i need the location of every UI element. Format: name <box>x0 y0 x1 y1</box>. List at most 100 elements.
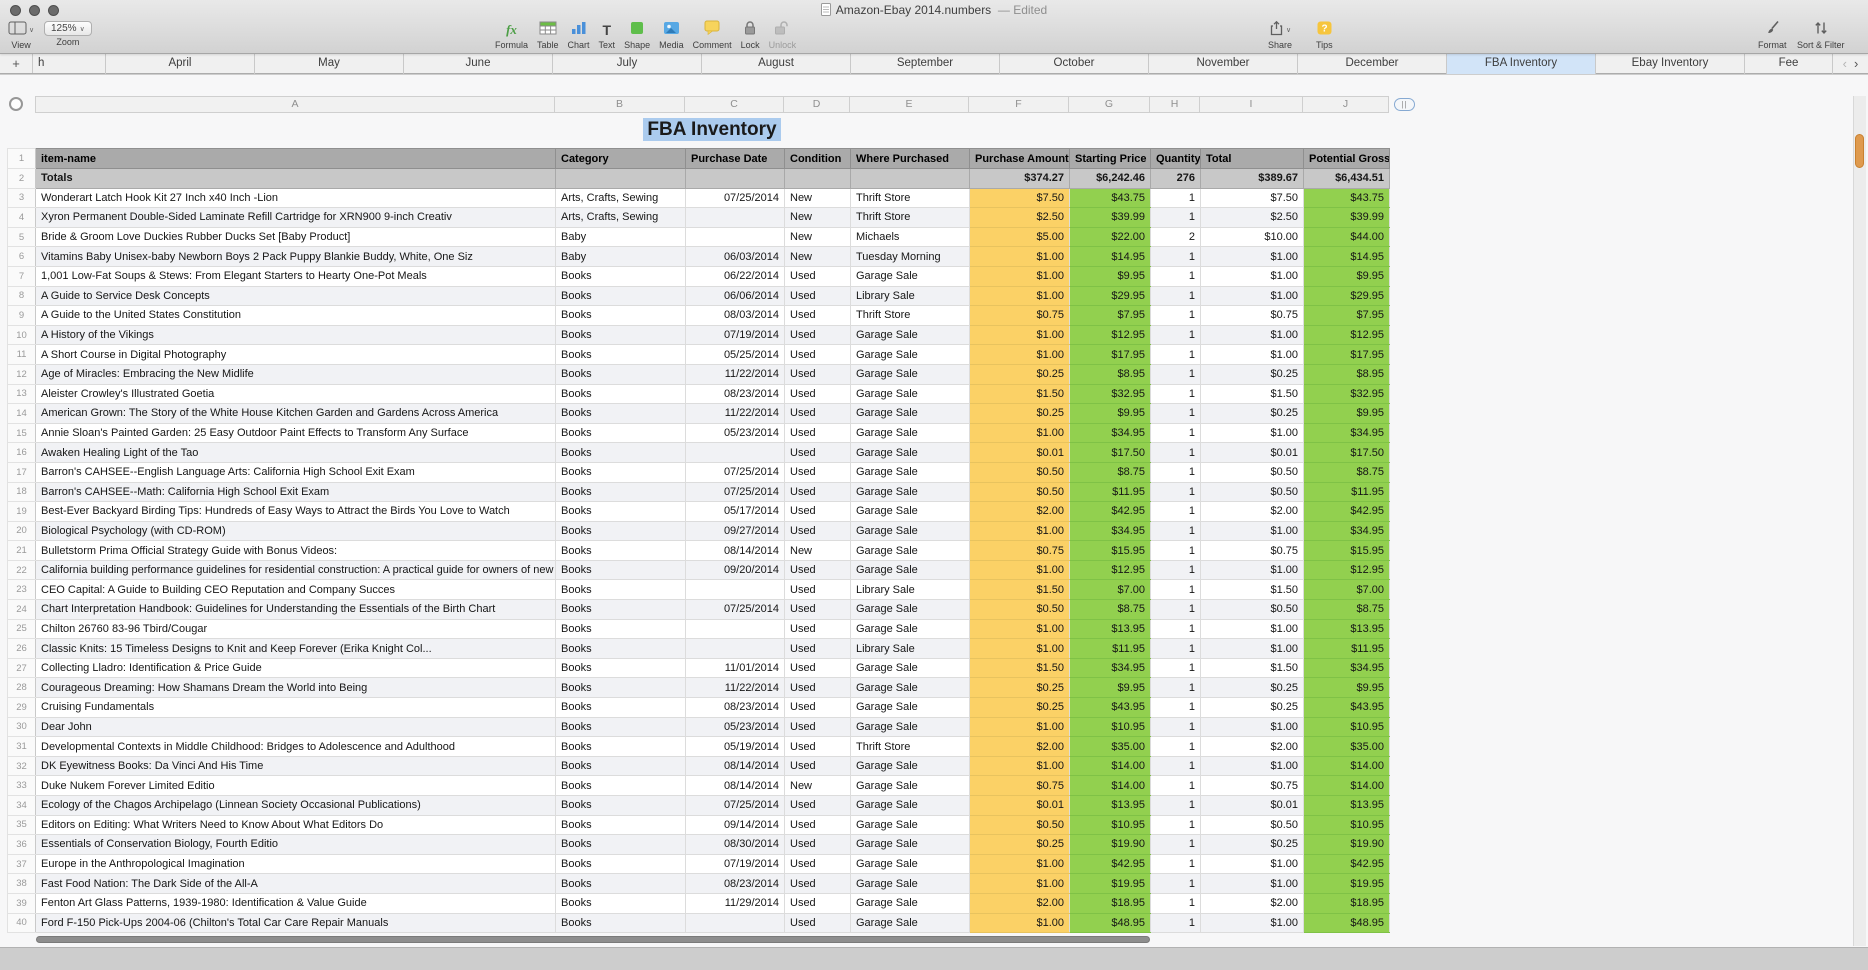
cell-where[interactable]: Garage Sale <box>850 657 970 679</box>
cell-date[interactable]: Purchase Date <box>685 148 785 169</box>
row-number[interactable]: 30 <box>7 716 36 738</box>
cell-cat[interactable]: Books <box>555 892 686 914</box>
cell-cond[interactable]: Used <box>784 422 851 444</box>
cell-qty[interactable]: 1 <box>1150 324 1201 346</box>
row-number[interactable]: 39 <box>7 892 36 914</box>
cell-name[interactable]: Europe in the Anthropological Imaginatio… <box>35 853 556 875</box>
row-number[interactable]: 6 <box>7 246 36 267</box>
row-number[interactable]: 21 <box>7 540 36 561</box>
row-number[interactable]: 23 <box>7 579 36 601</box>
cell-start[interactable]: $8.95 <box>1069 363 1151 385</box>
cell-amt[interactable]: $2.00 <box>969 892 1070 914</box>
cell-where[interactable]: Garage Sale <box>850 599 970 620</box>
cell-gross[interactable]: $43.95 <box>1303 697 1390 718</box>
cell-total[interactable]: $0.25 <box>1200 403 1304 424</box>
cell-cond[interactable]: Used <box>784 873 851 894</box>
cell-total[interactable]: $1.00 <box>1200 422 1304 444</box>
column-letter-a[interactable]: A <box>35 96 555 113</box>
column-letter-i[interactable]: I <box>1200 96 1303 113</box>
cell-date[interactable]: 09/14/2014 <box>685 814 785 836</box>
cell-start[interactable]: $11.95 <box>1069 481 1151 503</box>
cell-total[interactable]: $1.50 <box>1200 657 1304 679</box>
column-letter-g[interactable]: G <box>1069 96 1150 113</box>
cell-where[interactable]: Garage Sale <box>850 697 970 718</box>
sheet-tab-november[interactable]: November <box>1149 54 1298 74</box>
cell-amt[interactable]: $0.50 <box>969 814 1070 836</box>
cell-qty[interactable]: 1 <box>1150 775 1201 796</box>
row-number[interactable]: 12 <box>7 363 36 385</box>
add-sheet-button[interactable]: + <box>0 54 33 73</box>
cell-gross[interactable]: $9.95 <box>1303 265 1390 287</box>
cell-amt[interactable]: Purchase Amount <box>969 148 1070 169</box>
cell-where[interactable]: Garage Sale <box>850 520 970 542</box>
cell-name[interactable]: Ford F-150 Pick-Ups 2004-06 (Chilton's T… <box>35 912 556 934</box>
cell-start[interactable]: $17.95 <box>1069 344 1151 365</box>
cell-where[interactable]: Garage Sale <box>850 265 970 287</box>
cell-cond[interactable]: Used <box>784 736 851 757</box>
cell-qty[interactable]: 1 <box>1150 265 1201 287</box>
cell-name[interactable]: Collecting Lladro: Identification & Pric… <box>35 657 556 679</box>
cell-start[interactable]: $9.95 <box>1069 677 1151 699</box>
cell-qty[interactable]: 1 <box>1150 755 1201 777</box>
cell-where[interactable]: Garage Sale <box>850 559 970 581</box>
cell-date[interactable]: 08/14/2014 <box>685 755 785 777</box>
cell-gross[interactable]: $17.95 <box>1303 344 1390 365</box>
sheet-tab-october[interactable]: October <box>1000 54 1149 74</box>
row-number[interactable]: 13 <box>7 383 36 405</box>
cell-amt[interactable]: $2.50 <box>969 207 1070 228</box>
cell-total[interactable]: $0.75 <box>1200 540 1304 561</box>
cell-qty[interactable]: 1 <box>1150 892 1201 914</box>
cell-date[interactable]: 11/22/2014 <box>685 403 785 424</box>
cell-cat[interactable]: Baby <box>555 246 686 267</box>
zoom-button[interactable]: 125% ∨ Zoom <box>44 21 92 47</box>
column-letter-j[interactable]: J <box>1303 96 1389 113</box>
row-number[interactable]: 4 <box>7 207 36 228</box>
cell-gross[interactable]: $19.95 <box>1303 873 1390 894</box>
table-title[interactable]: FBA Inventory <box>35 118 1389 141</box>
cell-qty[interactable]: 1 <box>1150 853 1201 875</box>
cell-name[interactable]: Dear John <box>35 716 556 738</box>
cell-amt[interactable]: $1.00 <box>969 912 1070 934</box>
cell-amt[interactable]: $0.25 <box>969 834 1070 855</box>
cell-start[interactable]: Starting Price <box>1069 148 1151 169</box>
cell-cond[interactable]: Used <box>784 559 851 581</box>
cell-start[interactable]: $8.75 <box>1069 599 1151 620</box>
cell-where[interactable]: Garage Sale <box>850 442 970 463</box>
cell-start[interactable]: $19.95 <box>1069 873 1151 894</box>
cell-where[interactable]: Garage Sale <box>850 892 970 914</box>
cell-total[interactable]: $0.50 <box>1200 481 1304 503</box>
cell-start[interactable]: $13.95 <box>1069 618 1151 640</box>
cell-cond[interactable]: Used <box>784 716 851 738</box>
cell-where[interactable]: Library Sale <box>850 579 970 601</box>
cell-where[interactable]: Garage Sale <box>850 795 970 816</box>
cell-qty[interactable]: 1 <box>1150 461 1201 483</box>
cell-cond[interactable]: New <box>784 775 851 796</box>
cell-total[interactable]: $1.00 <box>1200 755 1304 777</box>
shape-button[interactable]: Shape <box>624 21 650 50</box>
tab-scroll-right-icon[interactable]: › <box>1854 56 1858 71</box>
cell-start[interactable]: $34.95 <box>1069 657 1151 679</box>
cell-date[interactable]: 07/25/2014 <box>685 461 785 483</box>
cell-gross[interactable]: $10.95 <box>1303 716 1390 738</box>
cell-where[interactable]: Garage Sale <box>850 912 970 934</box>
cell-qty[interactable]: 1 <box>1150 814 1201 836</box>
media-button[interactable]: Media <box>659 21 684 50</box>
row-number[interactable]: 7 <box>7 265 36 287</box>
cell-total[interactable]: $7.50 <box>1200 187 1304 209</box>
cell-gross[interactable]: $7.00 <box>1303 579 1390 601</box>
row-number[interactable]: 32 <box>7 755 36 777</box>
cell-total[interactable]: $1.50 <box>1200 579 1304 601</box>
cell-total[interactable]: $2.50 <box>1200 207 1304 228</box>
sheet-tab-july[interactable]: July <box>553 54 702 74</box>
cell-date[interactable]: 08/03/2014 <box>685 305 785 326</box>
cell-total[interactable]: $0.50 <box>1200 599 1304 620</box>
sheet-tab-fee[interactable]: Fee <box>1745 54 1833 74</box>
cell-where[interactable]: Garage Sale <box>850 834 970 855</box>
cell-date[interactable]: 11/01/2014 <box>685 657 785 679</box>
cell-cond[interactable]: Condition <box>784 148 851 169</box>
cell-where[interactable]: Garage Sale <box>850 461 970 483</box>
cell-date[interactable]: 07/25/2014 <box>685 599 785 620</box>
cell-cond[interactable]: Used <box>784 403 851 424</box>
cell-qty[interactable]: 1 <box>1150 383 1201 405</box>
cell-gross[interactable]: $9.95 <box>1303 677 1390 699</box>
